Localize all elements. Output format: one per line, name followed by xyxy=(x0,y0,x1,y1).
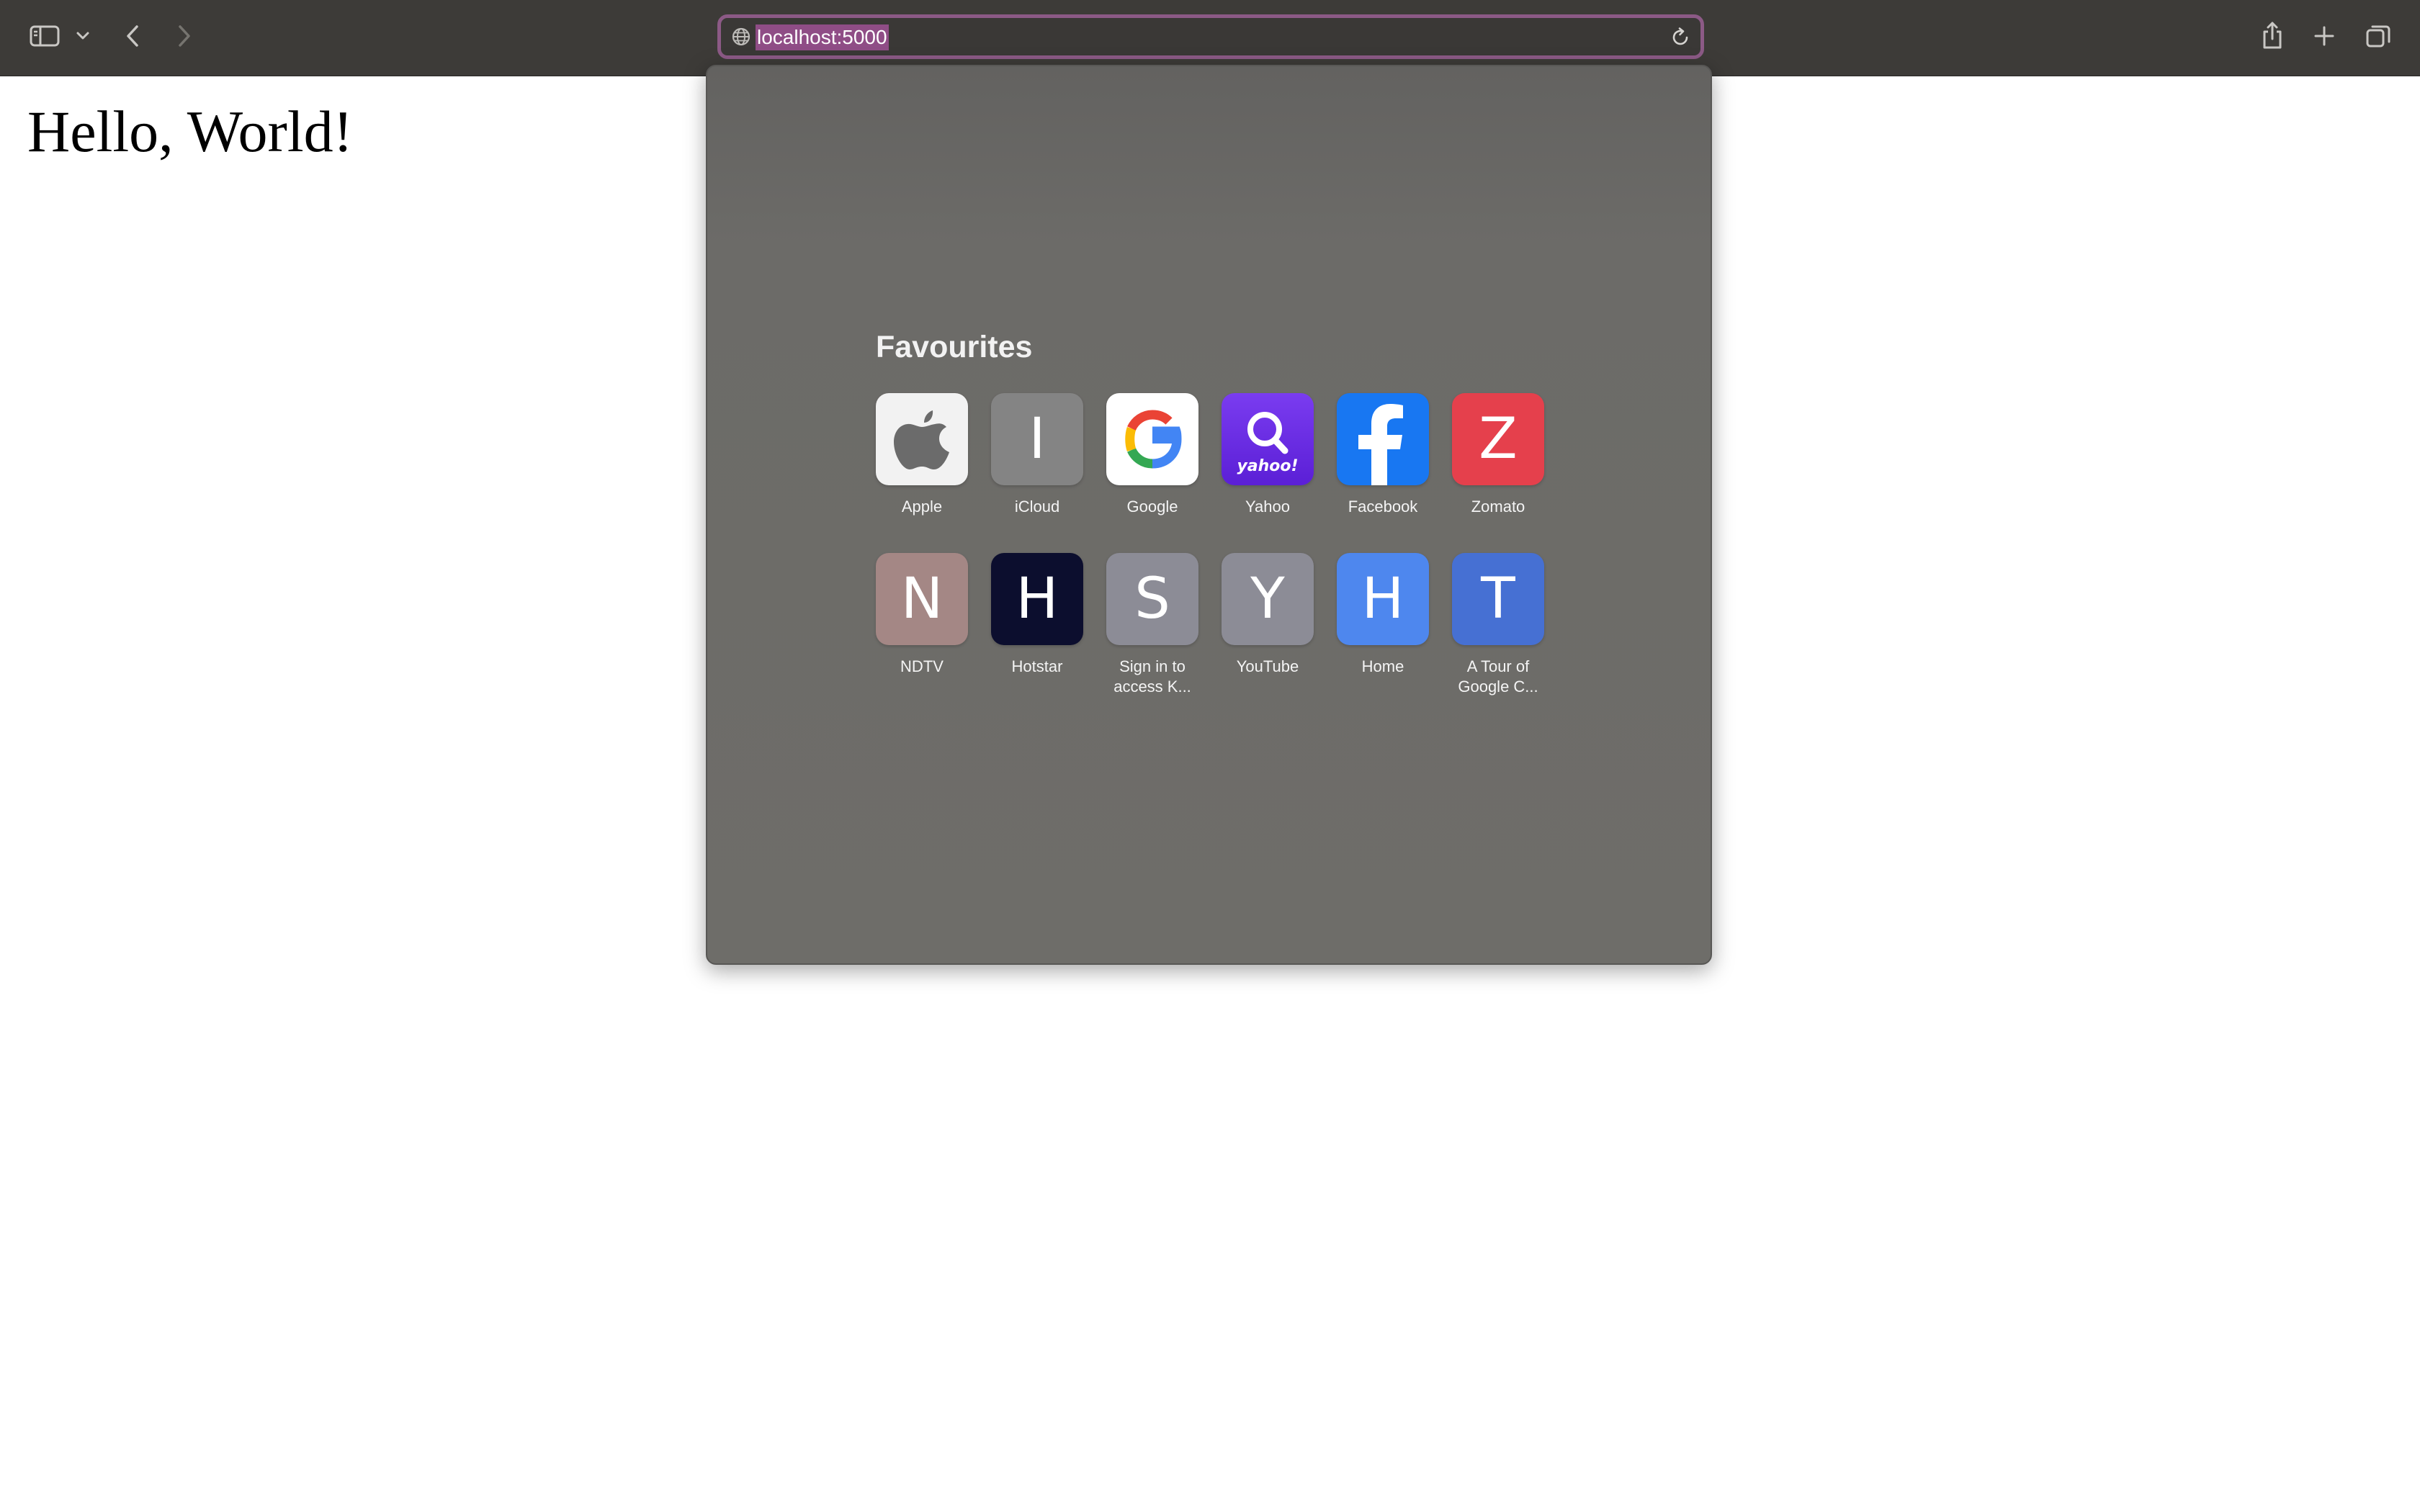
favourite-apple[interactable]: Apple xyxy=(864,393,980,559)
share-icon xyxy=(2263,22,2282,49)
favourite-icloud[interactable]: I iCloud xyxy=(980,393,1095,559)
new-tab-button[interactable] xyxy=(2306,17,2342,55)
favourite-home[interactable]: H Home xyxy=(1325,553,1440,719)
forward-button[interactable] xyxy=(166,17,202,55)
favourite-label: Apple xyxy=(901,498,943,516)
sidebar-toggle-button[interactable] xyxy=(22,17,68,55)
favourite-label: Facebook xyxy=(1348,498,1418,516)
favourite-label: iCloud xyxy=(1014,498,1060,516)
favourite-label: Zomato xyxy=(1471,498,1525,516)
favourite-label: YouTube xyxy=(1236,657,1299,675)
url-text[interactable]: localhost:5000 xyxy=(756,24,889,50)
favourite-label: Hotstar xyxy=(1011,657,1063,675)
google-logo-icon xyxy=(1125,410,1182,469)
sidebar-icon xyxy=(30,25,60,47)
tabs-overview-icon xyxy=(2366,25,2390,48)
facebook-logo-icon xyxy=(1358,404,1403,485)
favourite-tile[interactable]: H xyxy=(991,553,1083,645)
favourites-title: Favourites xyxy=(876,330,1033,364)
favourite-youtube[interactable]: Y YouTube xyxy=(1210,553,1325,719)
favourite-letter: I xyxy=(1028,407,1046,472)
plus-icon xyxy=(2314,26,2334,46)
favourite-tile[interactable] xyxy=(876,393,968,485)
tab-group-menu-button[interactable] xyxy=(71,22,95,50)
favourite-label: Google xyxy=(1126,498,1178,516)
favourite-sign-in[interactable]: S Sign in to access K... xyxy=(1095,553,1210,719)
favourite-yahoo[interactable]: yahoo! Yahoo xyxy=(1210,393,1325,559)
favourite-zomato[interactable]: Z Zomato xyxy=(1440,393,1556,559)
favourite-letter: N xyxy=(900,567,944,631)
favourite-tile[interactable]: H xyxy=(1337,553,1429,645)
yahoo-logo-icon: yahoo! xyxy=(1237,412,1299,475)
chevron-right-icon xyxy=(179,25,190,47)
share-button[interactable] xyxy=(2254,14,2290,56)
favourite-google[interactable]: Google xyxy=(1095,393,1210,559)
address-bar[interactable]: localhost:5000 xyxy=(717,14,1704,59)
tab-overview-button[interactable] xyxy=(2358,17,2398,55)
favourite-label: Yahoo xyxy=(1245,498,1290,516)
svg-text:yahoo!: yahoo! xyxy=(1237,457,1298,475)
favourite-tile[interactable]: Z xyxy=(1452,393,1544,485)
favourite-letter: H xyxy=(1361,567,1404,631)
favourite-tile[interactable] xyxy=(1337,393,1429,485)
favourites-dropdown: Favourites Apple I iCloud Google yahoo! … xyxy=(706,65,1712,965)
back-button[interactable] xyxy=(115,17,151,55)
favourite-tile[interactable] xyxy=(1106,393,1198,485)
favourite-label: NDTV xyxy=(900,657,944,675)
page-heading: Hello, World! xyxy=(27,99,353,164)
favourite-letter: Z xyxy=(1479,407,1518,472)
apple-logo-icon xyxy=(894,410,949,469)
favourite-hotstar[interactable]: H Hotstar xyxy=(980,553,1095,719)
chevron-left-icon xyxy=(127,25,138,47)
favourite-tour-of-google[interactable]: T A Tour of Google C... xyxy=(1440,553,1556,719)
favourite-facebook[interactable]: Facebook xyxy=(1325,393,1440,559)
favourite-label: Sign in to access K... xyxy=(1113,657,1191,696)
favourite-letter: T xyxy=(1481,567,1515,631)
favourite-letter: Y xyxy=(1250,567,1285,631)
favourite-tile[interactable]: N xyxy=(876,553,968,645)
reload-icon[interactable] xyxy=(1669,26,1692,49)
favourite-label: A Tour of Google C... xyxy=(1458,657,1538,696)
favourite-tile[interactable]: T xyxy=(1452,553,1544,645)
favourite-tile[interactable]: S xyxy=(1106,553,1198,645)
favourite-tile[interactable]: Y xyxy=(1222,553,1314,645)
favourite-letter: H xyxy=(1016,567,1059,631)
globe-icon xyxy=(732,27,750,46)
chevron-down-icon xyxy=(76,32,89,40)
favourite-letter: S xyxy=(1134,567,1170,631)
favourite-tile[interactable]: I xyxy=(991,393,1083,485)
favourite-label: Home xyxy=(1361,657,1404,675)
favourite-ndtv[interactable]: N NDTV xyxy=(864,553,980,719)
favourite-tile[interactable]: yahoo! xyxy=(1222,393,1314,485)
